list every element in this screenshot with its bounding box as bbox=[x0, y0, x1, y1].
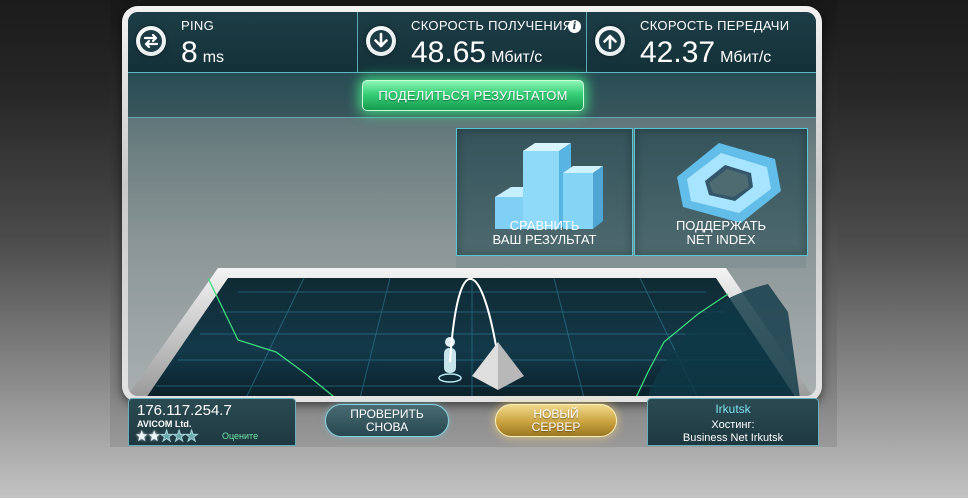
new-server-line2: СЕРВЕР bbox=[531, 420, 581, 434]
compare-tile-label: СРАВНИТЬ ВАШ РЕЗУЛЬТАТ bbox=[457, 219, 632, 247]
star-icon[interactable]: ★ bbox=[184, 428, 199, 446]
support-net-index-tile[interactable]: ПОДДЕРЖАТЬ NET INDEX bbox=[634, 128, 808, 256]
retest-line2: СНОВА bbox=[365, 420, 409, 434]
star-icon[interactable]: ★ bbox=[172, 428, 187, 446]
support-tile-line1: ПОДДЕРЖАТЬ bbox=[675, 218, 767, 233]
server-info-box: Irkutsk Хостинг: Business Net Irkutsk bbox=[647, 398, 819, 446]
support-tile-line2: NET INDEX bbox=[686, 232, 756, 247]
star-icon[interactable]: ★ bbox=[159, 428, 174, 446]
rate-isp-label[interactable]: Оцените bbox=[222, 431, 258, 441]
star-icon[interactable]: ★ bbox=[135, 428, 148, 445]
compare-results-tile[interactable]: СРАВНИТЬ ВАШ РЕЗУЛЬТАТ bbox=[456, 128, 633, 256]
server-city[interactable]: Irkutsk bbox=[648, 402, 818, 416]
host-name: Business Net Irkutsk bbox=[682, 432, 784, 444]
compare-tile-line1: СРАВНИТЬ bbox=[509, 218, 580, 233]
bar-chart-icon bbox=[495, 143, 603, 229]
client-info-box: 176.117.254.7 AVICOM Ltd. ★★★★★ Оцените bbox=[128, 398, 296, 446]
compare-tile-line2: ВАШ РЕЗУЛЬТАТ bbox=[492, 232, 597, 247]
star-icon[interactable]: ★ bbox=[147, 428, 160, 445]
client-ip: 176.117.254.7 bbox=[137, 402, 232, 419]
isp-rating-stars[interactable]: ★★★★★ bbox=[135, 427, 199, 446]
net-index-logo-icon bbox=[677, 143, 781, 223]
support-tile-label: ПОДДЕРЖАТЬ NET INDEX bbox=[635, 219, 807, 247]
retest-button[interactable]: ПРОВЕРИТЬ СНОВА bbox=[325, 404, 449, 437]
speedtest-panel: PING 8 ms СКОРОСТЬ ПОЛУЧЕНИЯ i 48.65 Мбит/… bbox=[128, 12, 816, 396]
hosting-label: Хостинг: bbox=[711, 419, 755, 431]
new-server-button[interactable]: НОВЫЙ СЕРВЕР bbox=[495, 404, 617, 437]
